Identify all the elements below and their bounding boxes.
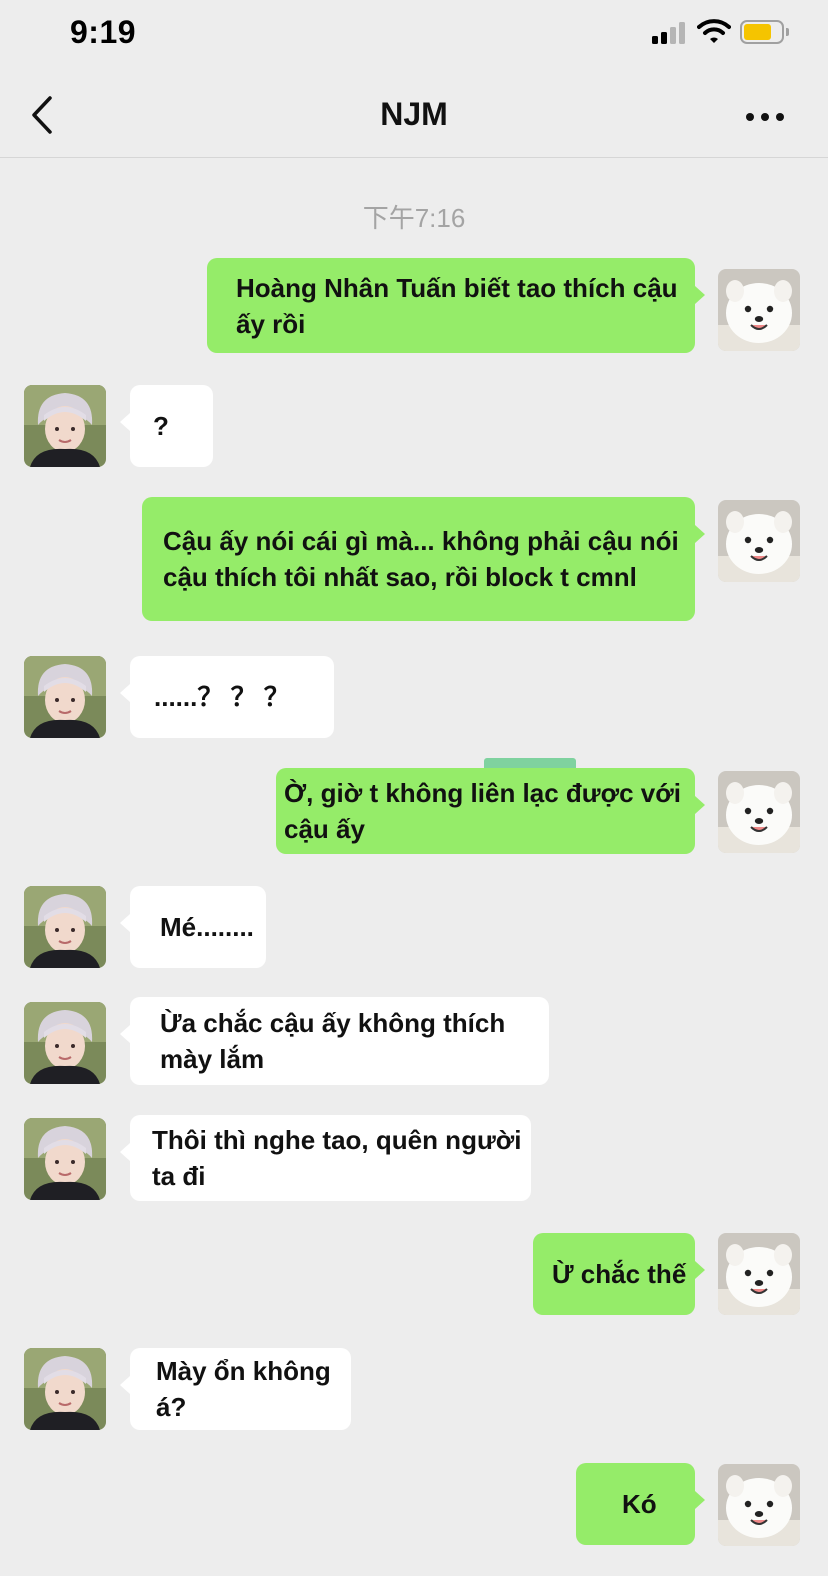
chat-title: NJM [380, 96, 448, 132]
incoming-message[interactable]: Mé........ [120, 886, 266, 968]
outgoing-message[interactable]: Hoàng Nhân Tuấn biết tao thích cậu ấy rồ… [207, 258, 705, 353]
ellipsis-icon [746, 113, 754, 121]
message-text: ......？ ？ ？ [154, 682, 290, 712]
incoming-message[interactable]: ? [120, 385, 213, 467]
my-avatar[interactable] [718, 1233, 800, 1315]
message-text: Ừa chắc cậu ấy không thích mày lắm [160, 1008, 506, 1074]
message-text: Mé........ [160, 912, 254, 942]
my-avatar[interactable] [718, 1464, 800, 1546]
my-avatar[interactable] [718, 269, 800, 351]
contact-avatar[interactable] [24, 1002, 106, 1084]
wifi-icon [697, 18, 731, 44]
outgoing-message[interactable]: Kó [576, 1463, 705, 1545]
cellular-signal-icon [652, 22, 690, 44]
message-timestamp: 下午7:16 [362, 203, 466, 233]
my-avatar[interactable] [718, 500, 800, 582]
status-bar: 9:19 [0, 0, 828, 70]
message-text: ? [153, 411, 169, 441]
message-text: Ờ, giờ t không liên lạc được với cậu ấy [284, 778, 681, 844]
chat-header: NJM [0, 70, 828, 158]
message-text: Thôi thì nghe tao, quên người ta đi [152, 1125, 522, 1191]
contact-avatar[interactable] [24, 1348, 106, 1430]
message-list[interactable]: 下午7:16 Hoàng Nhân Tuấn biết tao thích cậ… [0, 158, 828, 1576]
contact-avatar[interactable] [24, 656, 106, 738]
contact-avatar[interactable] [24, 385, 106, 467]
incoming-message[interactable]: Ừa chắc cậu ấy không thích mày lắm [120, 997, 549, 1085]
message-text: Ừ chắc thế [552, 1259, 687, 1289]
message-text: Cậu ấy nói cái gì mà... không phải cậu n… [163, 526, 679, 592]
outgoing-message[interactable]: Ừ chắc thế [533, 1233, 705, 1315]
contact-avatar[interactable] [24, 1118, 106, 1200]
message-text: Kó [622, 1489, 657, 1519]
more-options-button[interactable] [740, 100, 790, 130]
status-time: 9:19 [70, 14, 137, 50]
outgoing-message[interactable]: Ờ, giờ t không liên lạc được với cậu ấy [276, 768, 705, 854]
outgoing-message[interactable]: Cậu ấy nói cái gì mà... không phải cậu n… [142, 497, 705, 621]
incoming-message[interactable]: ......？ ？ ？ [120, 656, 334, 738]
contact-avatar[interactable] [24, 886, 106, 968]
incoming-message[interactable]: Mày ổn không á? [120, 1348, 351, 1430]
message-text: Hoàng Nhân Tuấn biết tao thích cậu ấy rồ… [236, 272, 678, 339]
incoming-message[interactable]: Thôi thì nghe tao, quên người ta đi [120, 1115, 531, 1201]
my-avatar[interactable] [718, 771, 800, 853]
battery-icon [740, 20, 789, 44]
message-text: Mày ổn không á? [156, 1356, 331, 1422]
